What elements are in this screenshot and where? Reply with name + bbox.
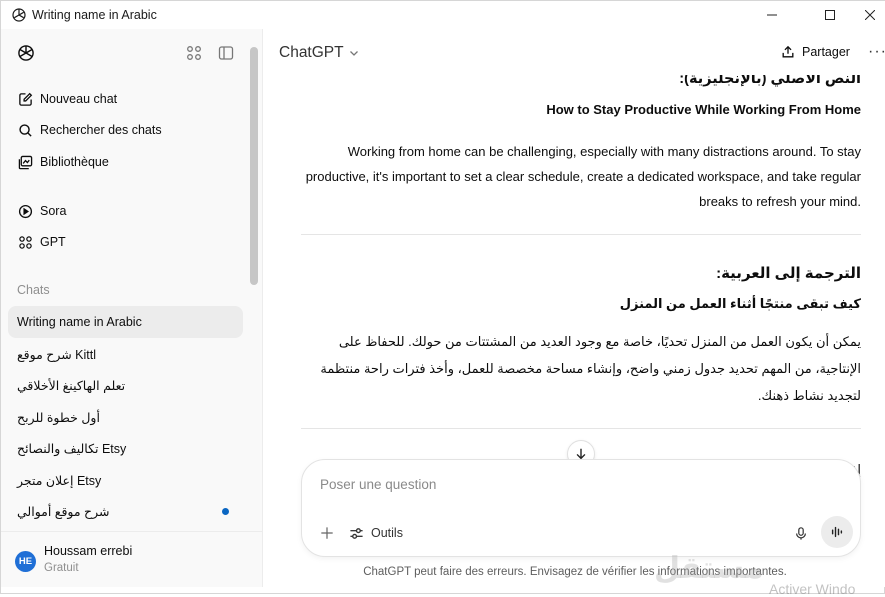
close-button[interactable] bbox=[847, 1, 885, 29]
chat-item[interactable]: تعلم الهاكينغ الأخلاقي bbox=[8, 369, 243, 401]
sidebar-item-label: Sora bbox=[40, 204, 67, 218]
share-button[interactable]: Partager bbox=[781, 45, 850, 59]
waveform-icon bbox=[831, 526, 843, 538]
microphone-button[interactable] bbox=[791, 523, 811, 543]
sidebar-item-label: Bibliothèque bbox=[40, 155, 109, 169]
chat-item[interactable]: شرح موقع أموالي bbox=[8, 495, 243, 527]
chat-item-label: Writing name in Arabic bbox=[17, 315, 142, 329]
chat-item[interactable]: أول خطوة للربح bbox=[8, 401, 243, 433]
sidebar-item-gpt[interactable]: GPT bbox=[9, 227, 243, 257]
composer: Outils bbox=[301, 459, 861, 557]
play-circle-icon bbox=[17, 203, 33, 219]
sidebar-item-search[interactable]: Rechercher des chats bbox=[9, 115, 243, 145]
app-window: Writing name in Arabic Nouveau chat Rech… bbox=[0, 0, 885, 597]
chat-item-active[interactable]: Writing name in Arabic bbox=[8, 306, 243, 338]
sidebar: Nouveau chat Rechercher des chats Biblio… bbox=[1, 29, 263, 587]
new-chat-icon bbox=[17, 91, 33, 107]
original-title: How to Stay Productive While Working Fro… bbox=[546, 102, 861, 117]
window-title: Writing name in Arabic bbox=[32, 8, 157, 22]
original-body: Working from home can be challenging, es… bbox=[305, 144, 861, 209]
chat-item[interactable]: تكاليف والنصائح Etsy bbox=[8, 432, 243, 464]
sidebar-item-label: GPT bbox=[40, 235, 66, 249]
sidebar-scrollbar[interactable] bbox=[250, 47, 258, 285]
sidebar-item-library[interactable]: Bibliothèque bbox=[9, 147, 243, 177]
user-plan: Gratuit bbox=[44, 562, 79, 574]
sidebar-item-label: Nouveau chat bbox=[40, 92, 118, 106]
arabic-title: كيف تبقى منتجًا أثناء العمل من المنزل bbox=[619, 296, 861, 311]
sidebar-item-sora[interactable]: Sora bbox=[9, 196, 243, 226]
more-options-button[interactable]: ··· bbox=[868, 43, 885, 61]
tools-label: Outils bbox=[371, 526, 403, 540]
voice-mode-button[interactable] bbox=[821, 516, 853, 548]
chat-item[interactable]: إعلان متجر Etsy bbox=[8, 464, 243, 496]
sidebar-toggle-icon[interactable] bbox=[218, 45, 234, 61]
share-label: Partager bbox=[802, 45, 850, 59]
share-icon bbox=[781, 45, 795, 59]
prompt-input[interactable] bbox=[320, 477, 840, 492]
user-profile[interactable]: HE Houssam errebi Gratuit bbox=[1, 531, 263, 587]
chat-item-label: شرح موقع Kittl bbox=[17, 347, 97, 362]
sidebar-item-new-chat[interactable]: Nouveau chat bbox=[9, 84, 243, 114]
chat-header: ChatGPT Partager ··· bbox=[264, 29, 885, 75]
title-bar: Writing name in Arabic bbox=[1, 1, 885, 29]
unread-dot bbox=[222, 508, 229, 515]
model-selector[interactable]: ChatGPT bbox=[279, 44, 359, 62]
user-name: Houssam errebi bbox=[44, 544, 133, 558]
chatgpt-logo-icon[interactable] bbox=[16, 43, 36, 63]
avatar: HE bbox=[15, 551, 36, 572]
sliders-icon bbox=[349, 526, 364, 541]
search-icon bbox=[17, 122, 33, 138]
main-panel: ChatGPT Partager ··· النص الأصلي (بالإنج… bbox=[264, 29, 885, 587]
attach-button[interactable] bbox=[317, 523, 337, 543]
arabic-body: يمكن أن يكون العمل من المنزل تحديًا، خاص… bbox=[320, 334, 861, 403]
chevron-down-icon bbox=[349, 48, 359, 58]
chats-section-label: Chats bbox=[17, 283, 50, 297]
chat-item-label: أول خطوة للربح bbox=[17, 410, 100, 425]
arabic-heading: الترجمة إلى العربية: bbox=[716, 265, 861, 282]
windows-activation-text: Activer Windo bbox=[769, 581, 856, 597]
model-label: ChatGPT bbox=[279, 44, 344, 61]
plus-icon bbox=[321, 527, 333, 539]
divider bbox=[301, 234, 861, 235]
chatgpt-app-icon bbox=[11, 7, 27, 23]
grid-icon bbox=[17, 234, 33, 250]
chat-item-label: شرح موقع أموالي bbox=[17, 504, 110, 519]
chat-item-label: إعلان متجر Etsy bbox=[17, 473, 102, 488]
library-icon bbox=[17, 154, 33, 170]
chat-item[interactable]: شرح موقع Kittl bbox=[8, 338, 243, 370]
disclaimer: ChatGPT peut faire des erreurs. Envisage… bbox=[363, 566, 787, 578]
sidebar-item-label: Rechercher des chats bbox=[40, 123, 162, 137]
tools-button[interactable]: Outils bbox=[349, 523, 403, 543]
microphone-icon bbox=[796, 526, 806, 540]
watermark-logo: مستقل bbox=[654, 552, 764, 585]
chat-item-label: تكاليف والنصائح Etsy bbox=[17, 441, 127, 456]
grid-icon[interactable] bbox=[186, 45, 202, 61]
chat-item-label: تعلم الهاكينغ الأخلاقي bbox=[17, 378, 126, 393]
minimize-button[interactable] bbox=[749, 1, 795, 29]
divider bbox=[301, 428, 861, 429]
